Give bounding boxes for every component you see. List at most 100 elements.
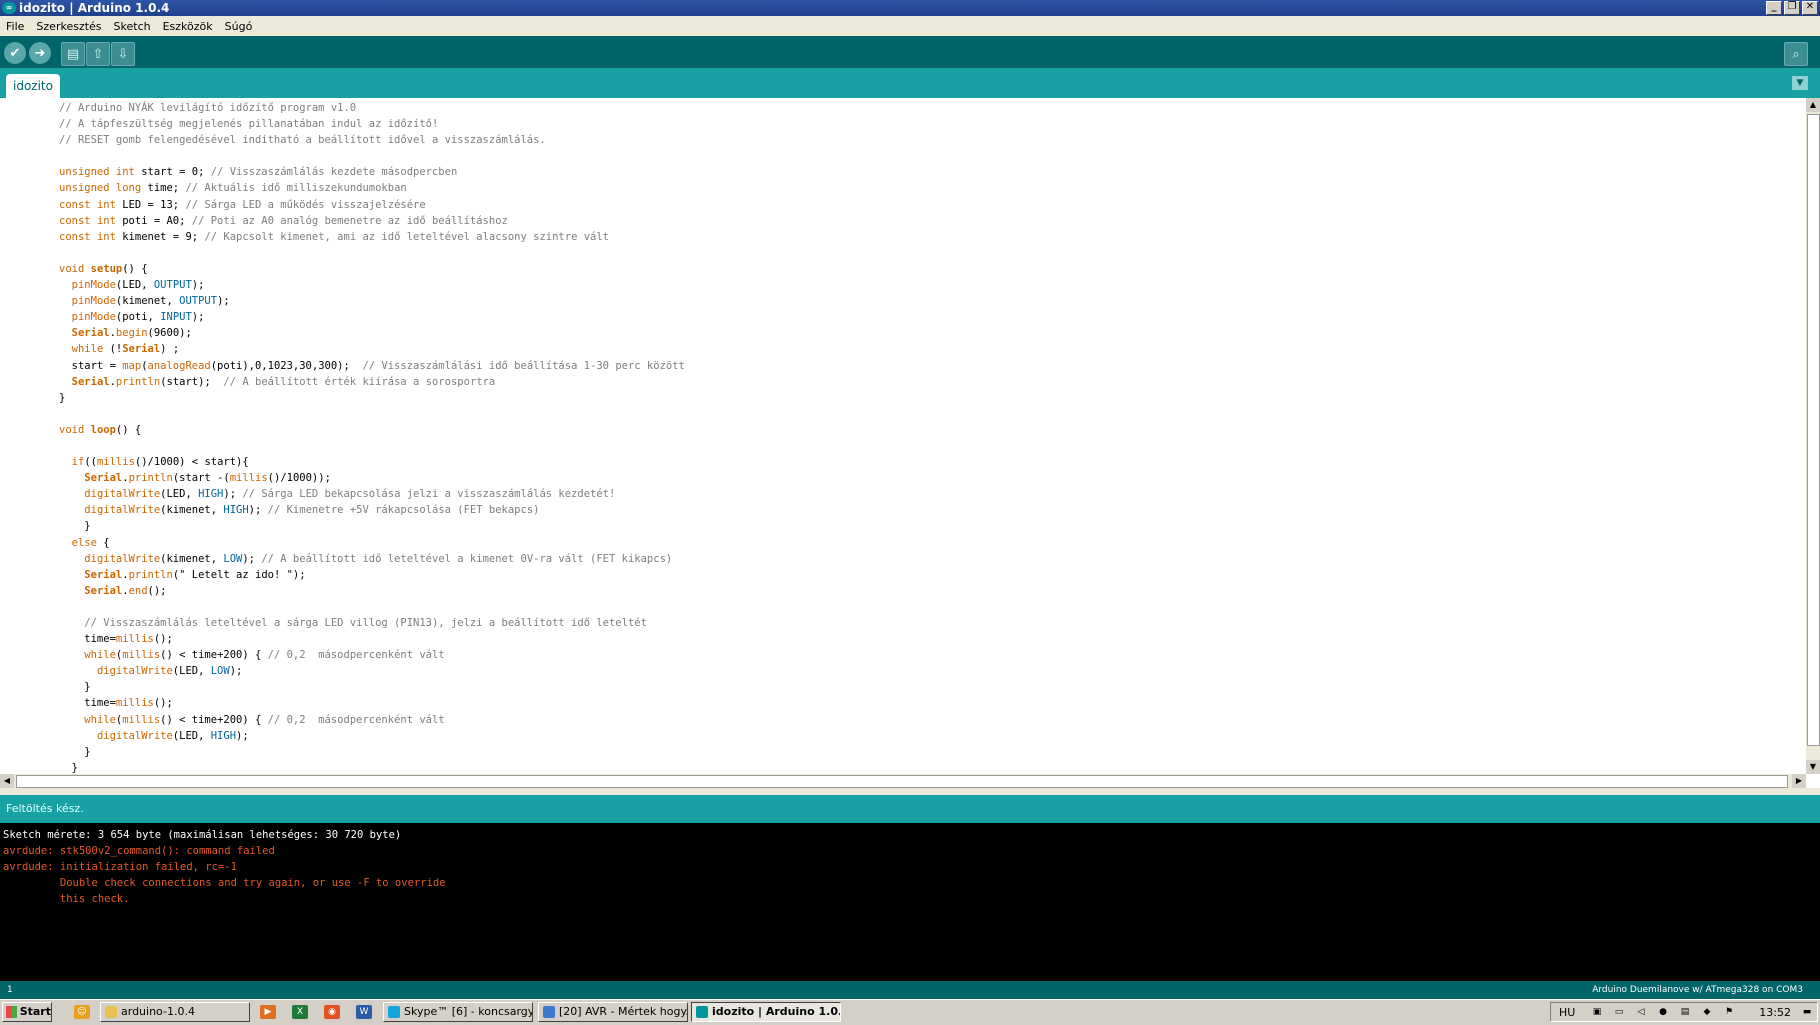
menu-bar: File Szerkesztés Sketch Eszközök Súgó bbox=[0, 16, 1820, 36]
window-title: idozito | Arduino 1.0.4 bbox=[19, 1, 170, 15]
code-line: } bbox=[59, 745, 91, 758]
code-line: unsigned int start = 0; // Visszaszámlál… bbox=[59, 166, 458, 179]
board-info: Arduino Duemilanove w/ ATmega328 on COM3 bbox=[1592, 985, 1803, 995]
horizontal-scroll-thumb[interactable] bbox=[16, 775, 1788, 788]
scroll-right-icon[interactable]: ▶ bbox=[1792, 774, 1806, 788]
menu-tools[interactable]: Eszközök bbox=[157, 20, 219, 33]
save-icon: ⇩ bbox=[117, 46, 129, 62]
quicklaunch-icon[interactable]: ☺ bbox=[74, 1005, 90, 1019]
new-button[interactable]: ▤ bbox=[61, 42, 85, 66]
tray-network-icon[interactable]: ▣ bbox=[1591, 1007, 1603, 1018]
minimize-button[interactable]: _ bbox=[1766, 1, 1782, 15]
task-browser[interactable]: [20] AVR - Mértek hogy... bbox=[538, 1002, 688, 1022]
serial-monitor-button[interactable]: ⌕ bbox=[1784, 42, 1808, 66]
splitter[interactable] bbox=[0, 788, 1820, 795]
task-label: [20] AVR - Mértek hogy... bbox=[559, 1005, 688, 1018]
code-line: const int kimenet = 9; // Kapcsolt kimen… bbox=[59, 230, 609, 243]
title-bar: ∞ idozito | Arduino 1.0.4 _ ❐ ✕ bbox=[0, 0, 1820, 16]
tab-menu-button[interactable]: ▼ bbox=[1792, 76, 1808, 90]
firefox-icon[interactable]: ◉ bbox=[324, 1005, 340, 1019]
console-line: this check. bbox=[3, 893, 130, 906]
task-arduino[interactable]: idozito | Arduino 1.0.4 bbox=[691, 1002, 841, 1022]
toolbar: ✔ ➜ ▤ ⇧ ⇩ ⌕ bbox=[0, 36, 1820, 68]
task-label: Skype™ [6] - koncsargy... bbox=[404, 1005, 533, 1018]
code-line: else { bbox=[71, 536, 110, 549]
arrow-right-icon: ➜ bbox=[34, 45, 46, 61]
menu-sketch[interactable]: Sketch bbox=[108, 20, 157, 33]
tab-idozito[interactable]: idozito bbox=[6, 74, 60, 98]
magnifier-icon: ⌕ bbox=[1792, 46, 1800, 62]
code-line: start = map(analogRead(poti),0,1023,30,3… bbox=[59, 359, 685, 372]
code-line: Serial.begin(9600); bbox=[71, 327, 192, 340]
code-line: time=millis(); bbox=[59, 633, 173, 646]
task-label: idozito | Arduino 1.0.4 bbox=[712, 1005, 841, 1018]
arduino-logo-icon: ∞ bbox=[2, 2, 16, 14]
scroll-up-icon[interactable]: ▲ bbox=[1806, 98, 1820, 112]
status-message: Feltöltés kész. bbox=[0, 795, 1820, 823]
code-line: // Arduino NYÁK levilágító időzítő progr… bbox=[59, 102, 357, 114]
code-line: void loop() { bbox=[59, 423, 142, 436]
open-icon: ⇧ bbox=[92, 46, 104, 62]
code-editor[interactable]: // Arduino NYÁK levilágító időzítő progr… bbox=[0, 98, 1806, 774]
tray-display-icon[interactable]: ▭ bbox=[1613, 1007, 1625, 1018]
code-line: } bbox=[59, 520, 91, 533]
tab-bar: idozito ▼ bbox=[0, 68, 1820, 98]
code-line: while (!Serial) ; bbox=[71, 343, 180, 356]
code-line: pinMode(poti, INPUT); bbox=[71, 311, 205, 324]
code-line: while(millis() < time+200) { // 0,2 máso… bbox=[84, 649, 445, 662]
taskbar: Start ☺ arduino-1.0.4 ▶ X ◉ W Skype™ [6]… bbox=[0, 999, 1820, 1025]
code-line: pinMode(kimenet, OUTPUT); bbox=[71, 295, 230, 308]
scroll-down-icon[interactable]: ▼ bbox=[1806, 760, 1820, 774]
console-output[interactable]: Sketch mérete: 3 654 byte (maximálisan l… bbox=[0, 823, 1820, 981]
console-line: avrdude: initialization failed, rc=-1 bbox=[3, 861, 237, 874]
code-line: Serial.end(); bbox=[84, 584, 167, 597]
restore-button[interactable]: ❐ bbox=[1784, 1, 1800, 15]
vertical-scrollbar[interactable]: ▲ ▼ bbox=[1806, 98, 1820, 774]
word-icon[interactable]: W bbox=[356, 1005, 372, 1019]
browser-icon bbox=[543, 1006, 555, 1018]
scroll-left-icon[interactable]: ◀ bbox=[0, 774, 14, 788]
code-line: digitalWrite(LED, LOW); bbox=[96, 665, 243, 678]
code-line: } bbox=[59, 761, 78, 774]
tray-shield-icon[interactable]: ◆ bbox=[1701, 1007, 1713, 1018]
code-line: } bbox=[59, 681, 91, 694]
code-line: // A tápfeszültség megjelenés pillanatáb… bbox=[59, 118, 439, 131]
excel-icon[interactable]: X bbox=[292, 1005, 308, 1019]
code-line: // Visszaszámlálás leteltével a sárga LE… bbox=[84, 617, 647, 629]
show-desktop-icon[interactable]: ▬ bbox=[1801, 1007, 1813, 1018]
code-line: const int LED = 13; // Sárga LED a működ… bbox=[59, 198, 426, 211]
code-line: pinMode(LED, OUTPUT); bbox=[71, 279, 205, 292]
task-arduino-folder[interactable]: arduino-1.0.4 bbox=[100, 1002, 250, 1022]
upload-button[interactable]: ➜ bbox=[29, 42, 51, 64]
close-button[interactable]: ✕ bbox=[1802, 1, 1818, 15]
task-label: arduino-1.0.4 bbox=[121, 1005, 195, 1018]
horizontal-scrollbar[interactable]: ◀ ▶ bbox=[0, 774, 1806, 788]
language-indicator[interactable]: HU bbox=[1559, 1006, 1575, 1019]
open-button[interactable]: ⇧ bbox=[86, 42, 110, 66]
tray-globe-icon[interactable]: ● bbox=[1657, 1007, 1669, 1018]
vertical-scroll-thumb[interactable] bbox=[1807, 114, 1820, 746]
task-skype[interactable]: Skype™ [6] - koncsargy... bbox=[383, 1002, 533, 1022]
console-line: avrdude: stk500v2_command(): command fai… bbox=[3, 845, 275, 858]
code-line: void setup() { bbox=[59, 262, 148, 275]
menu-edit[interactable]: Szerkesztés bbox=[30, 20, 107, 33]
tray-computer-icon[interactable]: ▤ bbox=[1679, 1007, 1691, 1018]
media-player-icon[interactable]: ▶ bbox=[260, 1005, 276, 1019]
console-line: Double check connections and try again, … bbox=[3, 877, 446, 890]
flag-icon[interactable]: ⚑ bbox=[1723, 1007, 1735, 1018]
menu-file[interactable]: File bbox=[0, 20, 30, 33]
code-line: digitalWrite(LED, HIGH); // Sárga LED be… bbox=[84, 488, 616, 501]
folder-icon bbox=[105, 1006, 117, 1018]
chevron-down-icon: ▼ bbox=[1796, 78, 1804, 88]
start-button[interactable]: Start bbox=[2, 1002, 52, 1022]
console-line: Sketch mérete: 3 654 byte (maximálisan l… bbox=[3, 829, 402, 841]
save-button[interactable]: ⇩ bbox=[111, 42, 135, 66]
clock[interactable]: 13:52 bbox=[1759, 1006, 1791, 1019]
volume-icon[interactable]: ◁ bbox=[1635, 1007, 1647, 1018]
verify-button[interactable]: ✔ bbox=[4, 42, 26, 64]
menu-help[interactable]: Súgó bbox=[219, 20, 259, 33]
